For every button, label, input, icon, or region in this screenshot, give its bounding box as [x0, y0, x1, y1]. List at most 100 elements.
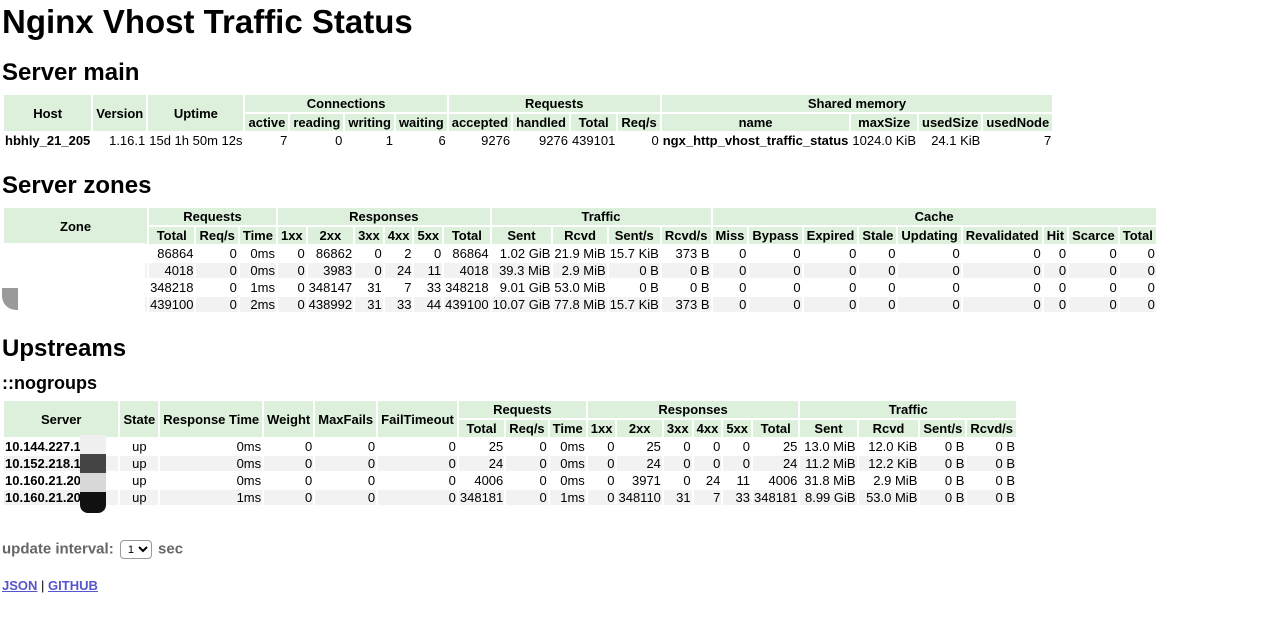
cell-time: 0ms	[549, 456, 586, 471]
cell-sent: 10.07 GiB	[491, 297, 552, 312]
cell-hit: 0	[1043, 263, 1068, 278]
cell-req-s: 0	[539, 473, 547, 488]
cell-r4xx: 7	[404, 280, 412, 295]
table-row: 10.160.21.20...81 up 0ms 0 0 0 4006 0 0ms 0 3971 0 2…	[4, 473, 1016, 488]
table-row: d...u401800ms0398302411401839.3 MiB2.9 M…	[4, 263, 1156, 278]
cell-state: up	[132, 439, 147, 454]
cell-hit: 0	[1043, 297, 1068, 312]
cell-bypass: 0	[749, 263, 802, 278]
cell-fail-timeout: 0	[448, 439, 456, 454]
cell-max-fails: 0	[367, 473, 376, 488]
cell-req-s: 0	[506, 490, 548, 505]
col-handled: handled	[513, 114, 569, 131]
cell-max-fails: 0	[315, 490, 377, 505]
cell-rcvd-s: 0 B	[967, 456, 1017, 471]
table-row: *43910002ms043899231334443910010.07 GiB7…	[4, 297, 1156, 312]
cell-r5xx: 0	[742, 439, 751, 454]
cell-handled: 9276	[539, 133, 568, 148]
cell-shm-name: ngx_http_vhost_traffic_status	[662, 133, 849, 148]
cell-rtotal: 4006	[768, 473, 798, 488]
cell-total: 439101	[571, 133, 616, 148]
cell-r3xx: 0	[663, 456, 692, 471]
col-state: State	[120, 401, 159, 437]
cell-expired: 0	[803, 263, 858, 278]
cell-max-size: 1024.0 KiB	[852, 133, 916, 148]
cell-active: 7	[280, 133, 288, 148]
col-rcvd-s: Rcvd/s	[967, 420, 1017, 437]
cell-req-s: 0	[229, 280, 237, 295]
cell-host: hbhly_21_205	[5, 133, 91, 148]
col-sent-s: Sent/s	[608, 227, 660, 244]
cell-total: 4018	[149, 263, 195, 278]
cell-r5xx: 11	[736, 473, 751, 488]
cell-sent: 39.3 MiB	[491, 263, 552, 278]
cell-sent-s: 0 B	[608, 263, 660, 278]
col-waiting: waiting	[395, 114, 447, 131]
github-link[interactable]: GITHUB	[48, 578, 98, 593]
cell-ctotal: 0	[1119, 263, 1156, 278]
cell-rcvd-s: 373 B	[675, 246, 710, 261]
col-req-s: Req/s	[506, 420, 548, 437]
cell-uptime: 15d 1h 50m 12s	[149, 133, 243, 148]
col-response-time: Response Time	[160, 401, 263, 437]
col-used-node: usedNode	[983, 114, 1053, 131]
cell-total: 86864	[157, 246, 194, 261]
json-link[interactable]: JSON	[2, 578, 37, 593]
col-1xx: 1xx	[277, 227, 306, 244]
cell-revalidated: 0	[1033, 246, 1041, 261]
server-zones-table: Zone Requests Responses Traffic Cache To…	[2, 206, 1158, 314]
cell-total: 25	[488, 439, 504, 454]
cell-fail-timeout: 0	[378, 456, 457, 471]
cell-state: up	[120, 490, 159, 505]
col-host: Host	[4, 95, 92, 131]
cell-expired: 0	[803, 297, 858, 312]
cell-total: 4006	[474, 473, 504, 488]
cell-r2xx: 24	[617, 456, 662, 471]
cell-r3xx: 0	[683, 473, 691, 488]
cell-weight: 0	[305, 473, 313, 488]
cell-rcvd: 12.2 KiB	[858, 456, 919, 471]
cell-accepted: 9276	[481, 133, 511, 148]
col-total: Total	[458, 420, 505, 437]
server-main-heading: Server main	[2, 59, 140, 86]
col-max-fails: MaxFails	[315, 401, 377, 437]
cell-r3xx: 31	[663, 490, 692, 505]
col-sent: Sent	[491, 227, 552, 244]
table-row: 10.152.218.1...0 up 0ms 0 0 0 24 0 0ms 0 24 0 0 0 24 11…	[4, 456, 1017, 471]
table-row: 10.160.21.20...82 up 1ms 0 0 0 348181 0 1ms 0 3481…	[4, 490, 1017, 505]
col-used-size: usedSize	[919, 114, 982, 131]
update-interval-select[interactable]: 1	[119, 540, 152, 559]
col-group-requests: Requests	[458, 401, 586, 418]
cell-response-time: 0ms	[236, 439, 262, 454]
col-group-connections: Connections	[245, 95, 447, 112]
col-group-traffic: Traffic	[491, 208, 711, 225]
col-reading: reading	[290, 114, 344, 131]
col-sent: Sent	[800, 420, 857, 437]
col-zone: Zone	[4, 208, 148, 244]
col-1xx: 1xx	[587, 420, 616, 437]
cell-sent: 11.2 MiB	[800, 456, 857, 471]
col-group-requests: Requests	[149, 208, 276, 225]
cell-sent-s: 15.7 KiB	[608, 297, 660, 312]
cell-miss: 0	[712, 297, 748, 312]
cell-expired: 0	[849, 246, 857, 261]
col-scarce: Scarce	[1069, 227, 1118, 244]
update-interval-label: update interval:	[2, 540, 114, 558]
cell-updating: 0	[898, 263, 961, 278]
cell-bypass: 0	[749, 297, 802, 312]
cell-req-s: 0	[506, 456, 548, 471]
cell-hit: 0	[1058, 246, 1067, 261]
cell-total: 24	[458, 456, 505, 471]
col-req-s: Req/s	[618, 114, 660, 131]
col-3xx: 3xx	[663, 420, 692, 437]
cell-r2xx: 348147	[308, 280, 353, 295]
col-rcvd-s: Rcvd/s	[661, 227, 711, 244]
cell-rtotal: 25	[782, 439, 798, 454]
cell-scarce: 0	[1109, 280, 1117, 295]
cell-revalidated: 0	[1033, 280, 1041, 295]
col-req-s: Req/s	[196, 227, 238, 244]
col-time: Time	[549, 420, 586, 437]
col-version: Version	[93, 95, 147, 131]
col-active: active	[245, 114, 289, 131]
cell-r4xx: 33	[384, 297, 413, 312]
